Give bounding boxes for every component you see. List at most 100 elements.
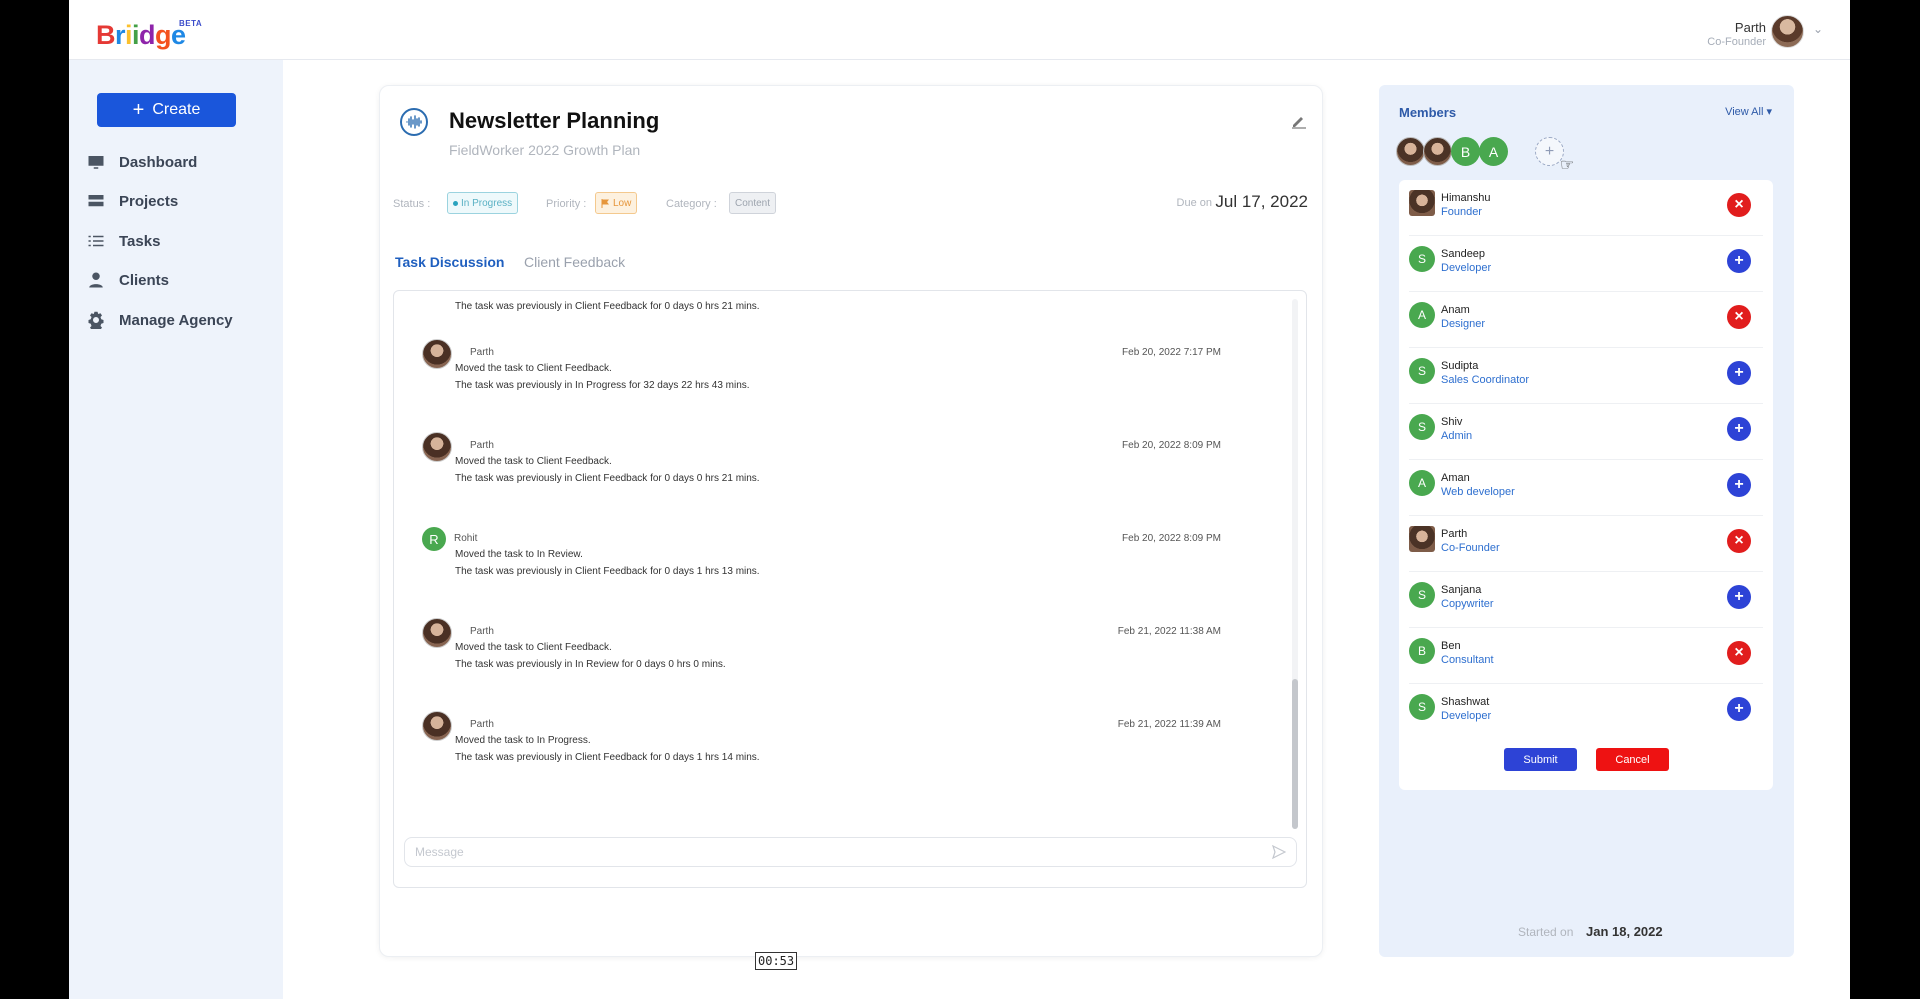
- remove-member-button[interactable]: ×: [1727, 529, 1751, 553]
- avatar: [422, 339, 452, 369]
- add-member-button[interactable]: +: [1727, 361, 1751, 385]
- sidebar-item-label: Clients: [119, 271, 170, 289]
- view-all-label: View All: [1725, 106, 1764, 118]
- avatar: S: [1409, 414, 1435, 440]
- avatar: [1409, 190, 1435, 216]
- add-member-button[interactable]: +: [1727, 697, 1751, 721]
- pencil-icon[interactable]: [1290, 112, 1308, 130]
- avatar[interactable]: B: [1451, 137, 1480, 166]
- message-time: Feb 20, 2022 8:09 PM: [1122, 533, 1221, 544]
- sidebar-item-manage-agency[interactable]: Manage Agency: [87, 305, 233, 335]
- sidebar-item-tasks[interactable]: Tasks: [87, 226, 160, 256]
- message-author: Parth: [470, 347, 494, 358]
- add-member-button[interactable]: +: [1727, 473, 1751, 497]
- member-row: B Ben Consultant ×: [1409, 628, 1763, 684]
- bridge-logo[interactable]: Briidge: [96, 20, 186, 51]
- message-input[interactable]: Message: [404, 837, 1297, 867]
- member-role: Sales Coordinator: [1441, 374, 1530, 386]
- submit-button[interactable]: Submit: [1504, 748, 1577, 771]
- person-icon: [89, 272, 103, 288]
- view-all-link[interactable]: View All ▾: [1725, 105, 1772, 118]
- monitor-icon: [88, 156, 104, 169]
- member-name: Sandeep: [1441, 248, 1486, 260]
- message-text: The task was previously in In Progress f…: [455, 380, 750, 391]
- video-timestamp: 00:53: [755, 952, 798, 970]
- category-label: Category :: [666, 198, 717, 210]
- priority-badge[interactable]: Low: [595, 192, 638, 214]
- member-row: S Sanjana Copywriter +: [1409, 572, 1763, 628]
- message-author: Parth: [470, 440, 494, 451]
- message-text: Moved the task to In Review.: [455, 549, 583, 560]
- avatar: [1409, 526, 1435, 552]
- avatar[interactable]: [1423, 137, 1452, 166]
- remove-member-button[interactable]: ×: [1727, 641, 1751, 665]
- pointer-cursor-icon: ☞: [1560, 157, 1575, 174]
- avatar[interactable]: [1396, 137, 1425, 166]
- flag-icon: [601, 198, 609, 208]
- member-row: S Shashwat Developer +: [1409, 684, 1763, 740]
- member-row: Himanshu Founder ×: [1409, 180, 1763, 236]
- message-time: Feb 21, 2022 11:38 AM: [1117, 626, 1221, 637]
- status-value: In Progress: [461, 197, 513, 209]
- member-name: Aman: [1441, 472, 1470, 484]
- sidebar-item-projects[interactable]: Projects: [87, 186, 178, 216]
- status-label: Status :: [393, 198, 431, 210]
- project-waveform-icon: [400, 108, 428, 136]
- user-avatar[interactable]: [1771, 15, 1804, 48]
- task-subtitle: FieldWorker 2022 Growth Plan: [449, 142, 641, 158]
- user-role: Co-Founder: [1707, 36, 1766, 48]
- member-name: Ben: [1441, 640, 1461, 652]
- avatar: B: [1409, 638, 1435, 664]
- chevron-down-icon[interactable]: ⌄: [1813, 22, 1823, 36]
- tab-client-feedback[interactable]: Client Feedback: [524, 254, 625, 270]
- sidebar-item-clients[interactable]: Clients: [87, 265, 169, 295]
- add-member-button[interactable]: +: [1727, 249, 1751, 273]
- sidebar-item-label: Projects: [119, 192, 179, 210]
- user-name[interactable]: Parth: [1735, 20, 1766, 35]
- create-label: Create: [152, 101, 201, 118]
- tab-task-discussion[interactable]: Task Discussion: [395, 254, 504, 270]
- avatar: A: [1409, 302, 1435, 328]
- member-row: S Sandeep Developer +: [1409, 236, 1763, 292]
- add-member-button[interactable]: +: [1727, 417, 1751, 441]
- remove-member-button[interactable]: ×: [1727, 305, 1751, 329]
- category-badge[interactable]: Content: [729, 192, 777, 214]
- member-row: S Shiv Admin +: [1409, 404, 1763, 460]
- member-name: Shashwat: [1441, 696, 1490, 708]
- create-button[interactable]: + Create: [97, 93, 236, 127]
- sidebar-item-label: Tasks: [119, 232, 161, 250]
- remove-member-button[interactable]: ×: [1727, 193, 1751, 217]
- cancel-button[interactable]: Cancel: [1596, 748, 1669, 771]
- member-role: Copywriter: [1441, 598, 1494, 610]
- avatar[interactable]: A: [1479, 137, 1508, 166]
- beta-badge: BETA: [179, 19, 203, 28]
- member-role: Developer: [1441, 710, 1492, 722]
- status-badge[interactable]: In Progress: [447, 192, 519, 214]
- sidebar-item-dashboard[interactable]: Dashboard: [87, 147, 197, 177]
- member-role: Developer: [1441, 262, 1492, 274]
- member-name: Shiv: [1441, 416, 1463, 428]
- sidebar-item-label: Dashboard: [119, 153, 198, 171]
- message-text: Moved the task to Client Feedback.: [455, 363, 612, 374]
- sidebar: + Create Dashboard Projects Tasks Client…: [69, 60, 283, 999]
- due-date: Jul 17, 2022: [1215, 192, 1308, 211]
- add-member-button[interactable]: +: [1727, 585, 1751, 609]
- avatar: A: [1409, 470, 1435, 496]
- server-icon: [88, 195, 104, 207]
- message-author: Parth: [470, 626, 494, 637]
- avatar: S: [1409, 582, 1435, 608]
- priority-label: Priority :: [546, 198, 587, 210]
- started-date: Jan 18, 2022: [1586, 924, 1663, 939]
- scrollbar-thumb[interactable]: [1292, 679, 1298, 829]
- gear-icon: [88, 311, 104, 329]
- avatar: [422, 711, 452, 741]
- plus-icon: +: [132, 99, 145, 121]
- discussion-panel[interactable]: The task was previously in Client Feedba…: [393, 290, 1307, 888]
- message-time: Feb 21, 2022 11:39 AM: [1117, 719, 1221, 730]
- message-author: Parth: [470, 719, 494, 730]
- send-icon[interactable]: [1272, 845, 1286, 859]
- member-name: Sanjana: [1441, 584, 1482, 596]
- avatar: R: [422, 527, 446, 551]
- member-name: Sudipta: [1441, 360, 1479, 372]
- status-dot-icon: [453, 200, 458, 206]
